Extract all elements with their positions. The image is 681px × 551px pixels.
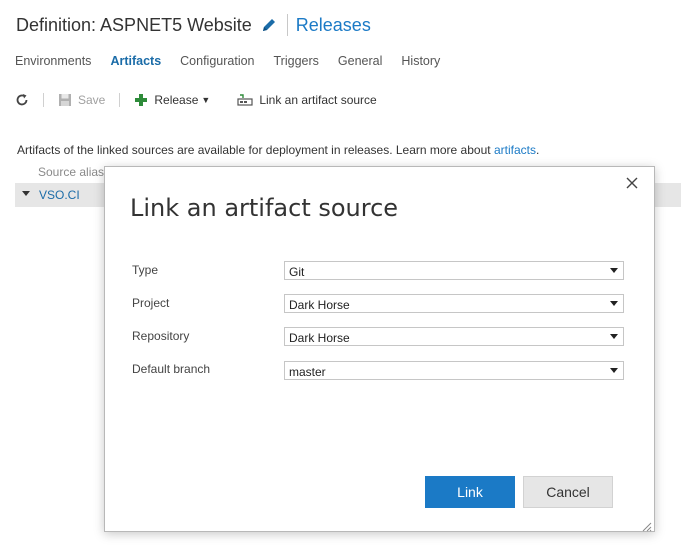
link-artifact-dialog: Link an artifact source Type Git Project…: [104, 166, 655, 532]
tab-general[interactable]: General: [338, 54, 382, 68]
tab-configuration[interactable]: Configuration: [180, 54, 254, 68]
repository-select[interactable]: Dark Horse: [284, 327, 624, 346]
plus-icon: [134, 93, 148, 107]
releases-link[interactable]: Releases: [296, 15, 371, 36]
type-value: Git: [289, 265, 305, 279]
resize-grip-icon[interactable]: [642, 519, 652, 532]
repository-value: Dark Horse: [289, 331, 350, 345]
toolbar-divider: [119, 93, 121, 107]
link-artifact-source-button[interactable]: Link an artifact source: [237, 93, 377, 107]
chevron-down-icon: [610, 301, 618, 306]
source-alias-link[interactable]: VSO.CI: [39, 188, 80, 202]
save-icon: [58, 93, 72, 107]
refresh-icon: [15, 93, 29, 107]
definition-tabs: Environments Artifacts Configuration Tri…: [15, 54, 459, 68]
grid-column-source-alias[interactable]: Source alias: [38, 165, 104, 179]
toolbar-divider: [43, 93, 44, 107]
save-label: Save: [78, 93, 106, 107]
tab-environments[interactable]: Environments: [15, 54, 91, 68]
tab-history[interactable]: History: [401, 54, 440, 68]
dialog-title: Link an artifact source: [130, 194, 399, 222]
pencil-icon[interactable]: [261, 17, 277, 33]
project-select[interactable]: Dark Horse: [284, 294, 624, 313]
title-divider: [286, 14, 288, 36]
chevron-down-icon: [610, 334, 618, 339]
type-select[interactable]: Git: [284, 261, 624, 280]
repository-label: Repository: [132, 329, 190, 343]
cancel-button[interactable]: Cancel: [523, 476, 613, 508]
artifacts-learn-more-link[interactable]: artifacts: [494, 143, 536, 157]
link-artifact-icon: [237, 93, 253, 107]
release-menu-button[interactable]: Release ▼: [134, 93, 210, 107]
default-branch-value: master: [289, 365, 326, 379]
link-artifact-label: Link an artifact source: [259, 93, 377, 107]
release-label: Release: [154, 93, 199, 107]
default-branch-select[interactable]: master: [284, 361, 624, 380]
page-header: Definition: ASPNET5 Website Releases: [16, 12, 371, 38]
tab-triggers[interactable]: Triggers: [274, 54, 319, 68]
save-button[interactable]: Save: [58, 93, 105, 107]
project-value: Dark Horse: [289, 298, 350, 312]
project-label: Project: [132, 296, 170, 310]
chevron-down-icon: [610, 268, 618, 273]
close-icon[interactable]: [624, 175, 640, 191]
refresh-button[interactable]: [15, 93, 29, 107]
default-branch-label: Default branch: [132, 362, 211, 376]
info-text: Artifacts of the linked sources are avai…: [17, 143, 540, 157]
tab-artifacts[interactable]: Artifacts: [110, 54, 161, 68]
page-title: Definition: ASPNET5 Website: [16, 14, 252, 35]
chevron-down-icon: ▼: [201, 95, 211, 105]
collapse-arrow-icon[interactable]: [22, 191, 30, 196]
toolbar: Save Release ▼ Link an artifact source: [15, 90, 377, 110]
type-label: Type: [132, 263, 159, 277]
chevron-down-icon: [610, 368, 618, 373]
link-button[interactable]: Link: [425, 476, 515, 508]
